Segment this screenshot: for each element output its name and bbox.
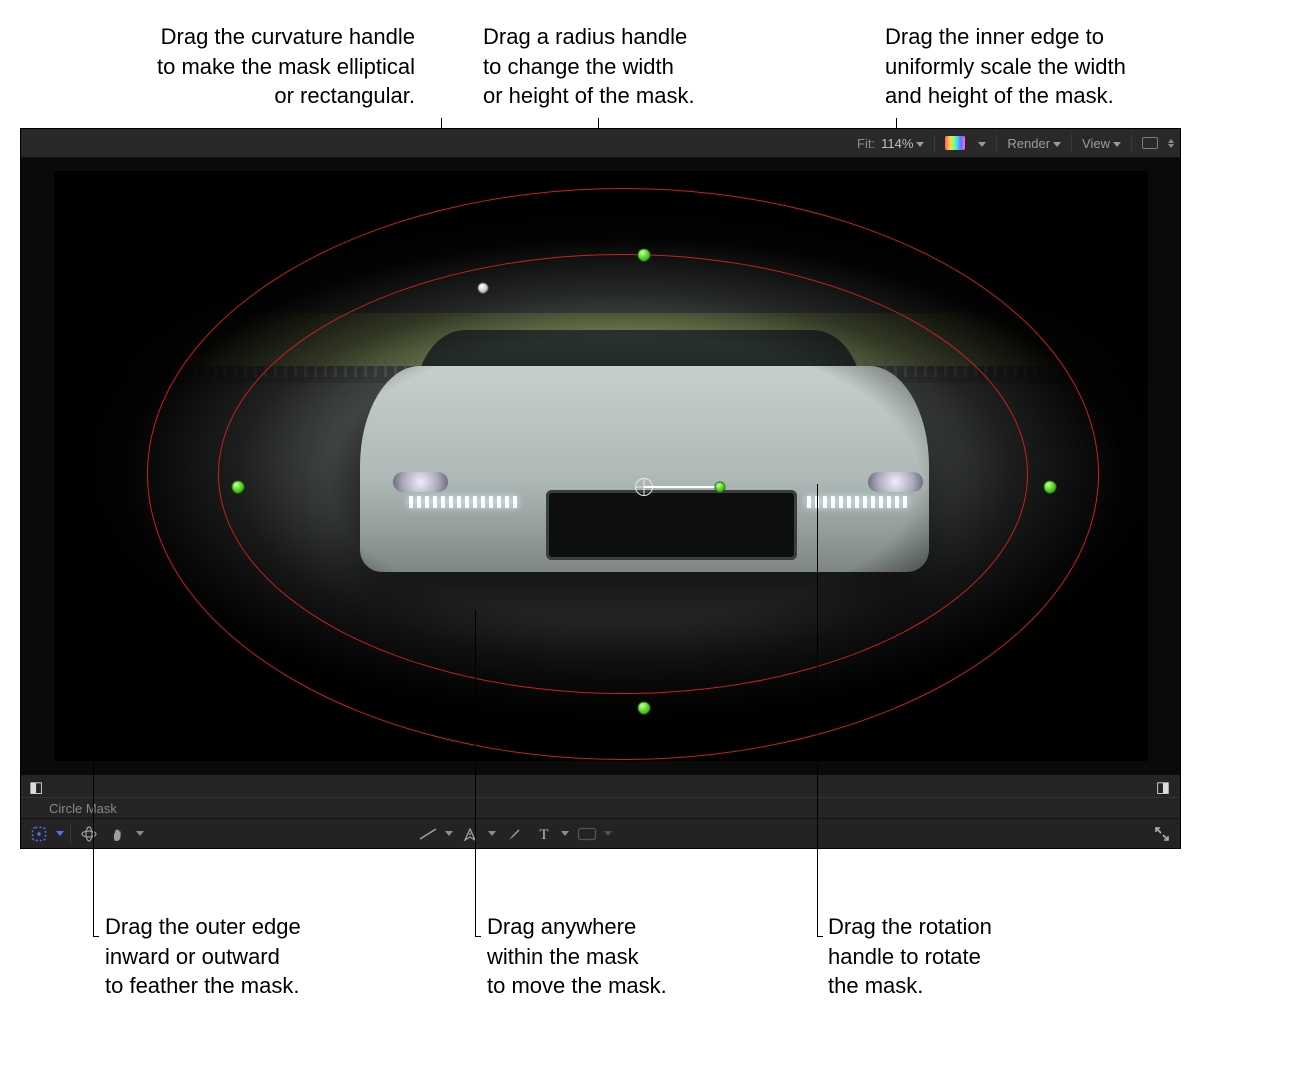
pen-tool-menu[interactable] xyxy=(488,831,496,836)
in-marker-icon[interactable]: ◧ xyxy=(29,778,43,796)
selection-name-bar: Circle Mask xyxy=(21,797,1180,818)
separator xyxy=(1131,134,1132,152)
pen-tool-icon[interactable] xyxy=(459,823,483,845)
rectangle-mask-icon[interactable] xyxy=(575,823,599,845)
orbit-3d-icon[interactable] xyxy=(77,823,101,845)
rectangle-mask-menu[interactable] xyxy=(604,831,612,836)
mini-timeline[interactable]: ◧ ◨ xyxy=(21,774,1180,797)
mask-rotation-arm[interactable] xyxy=(644,486,719,488)
annotation-outer-edge: Drag the outer edge inward or outward to… xyxy=(105,912,405,1001)
separator xyxy=(1071,134,1072,152)
pan-hand-menu[interactable] xyxy=(136,831,144,836)
shape-mask-tool-menu[interactable] xyxy=(56,831,64,836)
annotation-radius: Drag a radius handle to change the width… xyxy=(483,22,813,111)
leader-move xyxy=(475,610,476,936)
canvas-area[interactable] xyxy=(21,158,1180,774)
text-tool-menu[interactable] xyxy=(561,831,569,836)
viewer-layout-icon[interactable] xyxy=(1142,137,1158,149)
video-frame xyxy=(54,171,1148,761)
mask-curvature-handle[interactable] xyxy=(478,282,489,293)
annotation-inner-edge: Drag the inner edge to uniformly scale t… xyxy=(885,22,1275,111)
paint-brush-icon[interactable] xyxy=(502,823,526,845)
annotation-move: Drag anywhere within the mask to move th… xyxy=(487,912,747,1001)
separator xyxy=(996,134,997,152)
leader-rotate-h xyxy=(817,936,823,937)
viewer-layout-stepper[interactable] xyxy=(1168,139,1174,148)
enter-fullscreen-icon[interactable] xyxy=(1150,823,1174,845)
mask-rotation-handle[interactable] xyxy=(714,482,725,493)
canvas-viewer: Fit: 114% Render View xyxy=(20,128,1181,849)
render-menu[interactable]: Render xyxy=(1007,136,1061,151)
leader-move-h xyxy=(475,936,481,937)
separator xyxy=(70,825,71,843)
svg-text:T: T xyxy=(539,827,548,842)
leader-rotate xyxy=(817,484,818,936)
text-tool-icon[interactable]: T xyxy=(532,823,556,845)
color-channels-icon[interactable] xyxy=(945,136,965,150)
mask-radius-handle-top[interactable] xyxy=(638,249,651,262)
mask-inner-edge[interactable] xyxy=(218,254,1028,694)
mask-radius-handle-left[interactable] xyxy=(232,481,245,494)
shape-mask-tool-icon[interactable] xyxy=(27,823,51,845)
leader-outer-v xyxy=(93,511,94,936)
annotation-rotate: Drag the rotation handle to rotate the m… xyxy=(828,912,1088,1001)
out-marker-icon[interactable]: ◨ xyxy=(1156,778,1170,796)
selection-name: Circle Mask xyxy=(49,801,117,816)
mask-radius-handle-bottom[interactable] xyxy=(638,701,651,714)
zoom-fit-label: Fit: xyxy=(857,136,875,151)
line-tool-icon[interactable] xyxy=(416,823,440,845)
annotation-curvature: Drag the curvature handle to make the ma… xyxy=(20,22,415,111)
viewer-options-bar: Fit: 114% Render View xyxy=(21,129,1180,158)
leader-outer-h xyxy=(93,936,99,937)
mask-radius-handle-right[interactable] xyxy=(1044,481,1057,494)
zoom-level-popup[interactable]: 114% xyxy=(881,136,924,151)
view-menu[interactable]: View xyxy=(1082,136,1121,151)
pan-hand-icon[interactable] xyxy=(107,823,131,845)
color-channels-menu[interactable] xyxy=(975,136,986,151)
line-tool-menu[interactable] xyxy=(445,831,453,836)
separator xyxy=(934,134,935,152)
canvas-toolbar: T xyxy=(21,818,1180,848)
